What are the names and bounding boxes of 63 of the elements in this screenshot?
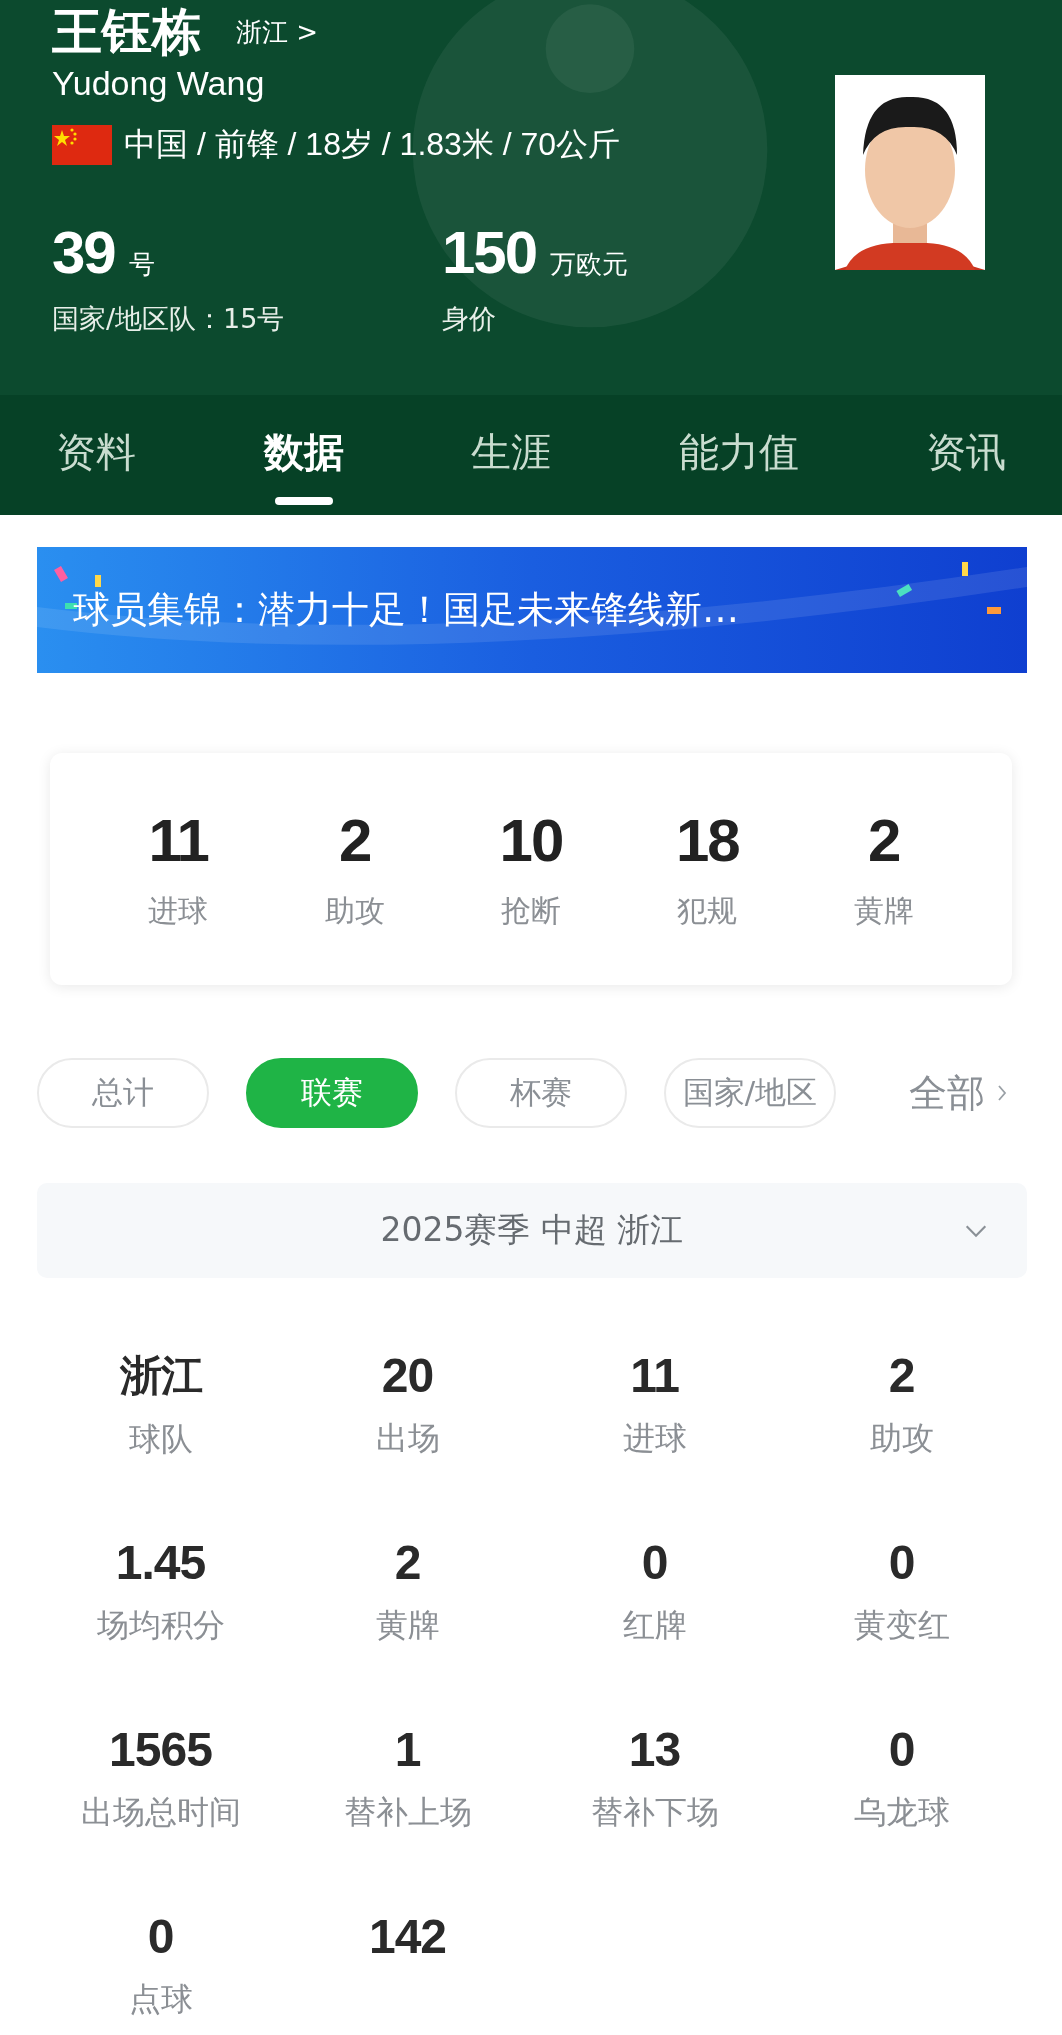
stat-value: 浙江 [119, 1350, 202, 1402]
tab[interactable]: 资讯 [906, 395, 1026, 515]
tab[interactable]: 能力值 [658, 395, 819, 515]
flag-icon [52, 125, 112, 165]
highlight-banner[interactable]: 球员集锦：潜力十足！国足未来锋线新… [37, 547, 1027, 673]
stat-label: 黄牌 [853, 892, 914, 930]
stat-value: 2 [868, 806, 900, 875]
stat-value: 0 [888, 1722, 915, 1777]
stat-value: 13 [628, 1722, 681, 1777]
stat-label: 抢断 [500, 892, 561, 930]
stat-label: 替补上场 [343, 1792, 472, 1833]
jersey-number: 39 [52, 219, 115, 286]
tab[interactable]: 资料 [36, 395, 156, 515]
filter-chip[interactable]: 总计 [37, 1058, 209, 1128]
stat-value: 1.45 [115, 1535, 206, 1590]
stat-label: 出场总时间 [80, 1792, 241, 1833]
stat-value: 11 [148, 806, 208, 875]
stat-label: 黄牌 [375, 1605, 440, 1646]
stat-value: 11 [630, 1348, 679, 1403]
value-unit: 万欧元 [550, 249, 629, 279]
tab[interactable]: 数据 [243, 395, 364, 515]
stat-value: 2 [888, 1348, 915, 1403]
caret-icon [963, 1223, 989, 1238]
market-value: 150 [442, 219, 537, 286]
stat-label: 助攻 [869, 1418, 934, 1459]
chevron-icon [997, 1083, 1007, 1103]
stat-label: 进球 [148, 892, 209, 930]
stat-value: 0 [147, 1909, 174, 1964]
stat-label: 助攻 [324, 892, 385, 930]
number-unit: 号 [128, 249, 155, 279]
stat-label: 黄变红 [853, 1605, 950, 1646]
stat-value: 18 [676, 806, 739, 875]
all-link[interactable]: 全部 [867, 1067, 1007, 1119]
banner-title: 球员集锦：潜力十足！国足未来锋线新… [73, 587, 739, 633]
stat-value: 2 [338, 806, 371, 875]
stat-value: 0 [641, 1535, 668, 1590]
season-dropdown[interactable]: 2025赛季 中超 浙江 [37, 1183, 1027, 1278]
national-team-number: 国家/地区队：15号 [52, 302, 286, 336]
filter-chip[interactable]: 杯赛 [455, 1058, 627, 1128]
stat-label: 场均积分 [96, 1605, 225, 1646]
stat-label: 球队 [128, 1419, 193, 1460]
stat-value: 142 [368, 1909, 447, 1964]
market-value-label: 身价 [442, 302, 497, 336]
stat-value: 10 [499, 806, 563, 875]
team-link[interactable]: 浙江 > [236, 14, 319, 50]
tab[interactable]: 生涯 [451, 395, 571, 515]
player-name: 王钰栋 [52, 7, 202, 57]
stat-value: 1565 [109, 1722, 212, 1777]
stat-value: 2 [394, 1535, 421, 1590]
player-info: 中国 / 前锋 / 18岁 / 1.83米 / 70公斤 [124, 125, 621, 164]
stat-label: 出场 [375, 1418, 440, 1459]
filter-chip[interactable]: 国家/地区 [664, 1058, 836, 1128]
stat-label: 乌龙球 [853, 1792, 950, 1833]
stat-label: 红牌 [622, 1605, 687, 1646]
stat-label: 犯规 [677, 892, 738, 930]
stat-label: 点球 [128, 1979, 193, 2020]
stat-value: 20 [381, 1348, 434, 1403]
stat-label: 进球 [622, 1418, 687, 1459]
stat-value: 1 [394, 1722, 421, 1777]
player-name-english: Yudong Wang [52, 64, 266, 103]
stat-label: 替补下场 [590, 1792, 719, 1833]
filter-chip[interactable]: 联赛 [246, 1058, 418, 1128]
stat-value: 0 [888, 1535, 915, 1590]
